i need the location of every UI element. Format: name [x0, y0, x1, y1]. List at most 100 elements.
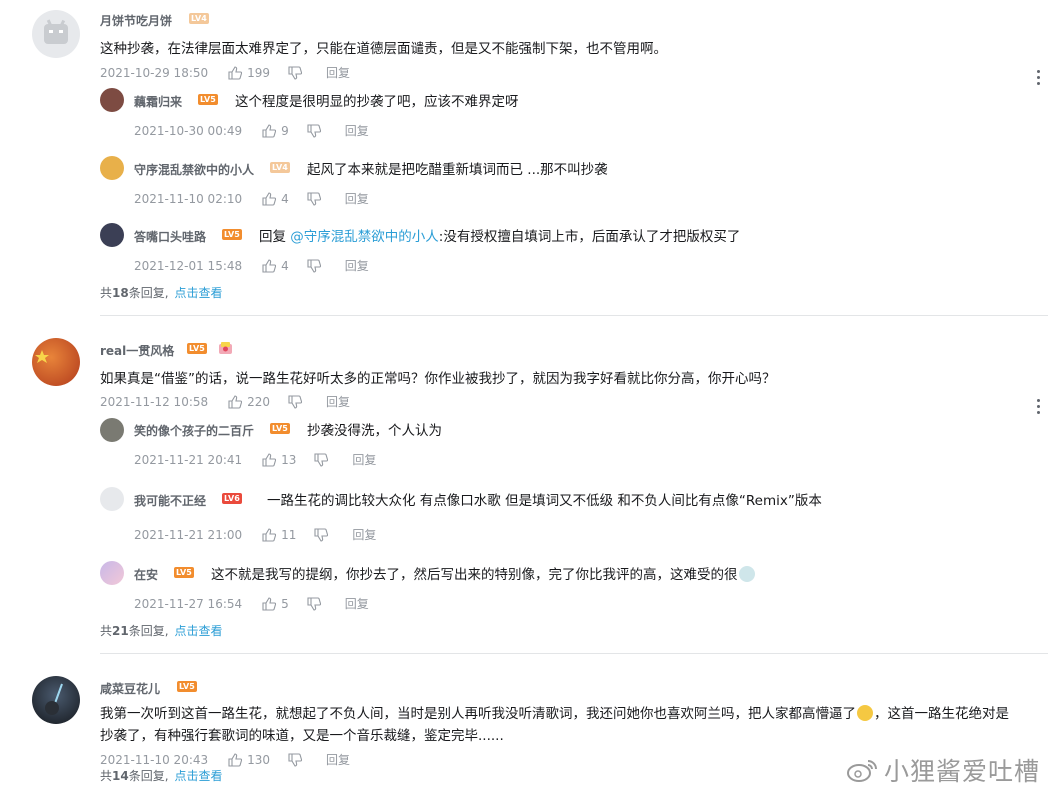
reply-username[interactable]: 在安: [134, 566, 158, 583]
view-more-link[interactable]: 点击查看: [175, 286, 223, 300]
reply-meta: 2021-12-01 15:48 4 回复: [134, 257, 369, 274]
dislike-button[interactable]: [314, 527, 329, 542]
timestamp: 2021-11-12 10:58: [100, 394, 209, 409]
thumbs-up-icon: [228, 65, 243, 80]
like-button[interactable]: 4: [262, 259, 289, 273]
reply-meta: 2021-11-27 16:54 5 回复: [134, 595, 369, 612]
thumbs-up-icon: [262, 258, 277, 273]
reply-avatar[interactable]: [100, 88, 124, 112]
timestamp: 2021-10-29 18:50: [100, 65, 209, 80]
dislike-button[interactable]: [314, 452, 329, 467]
like-button[interactable]: 220: [228, 395, 270, 409]
reply-button[interactable]: 回复: [352, 526, 376, 543]
timestamp: 2021-11-10 02:10: [134, 191, 243, 206]
comment-meta: 2021-11-10 20:43 130 回复: [100, 751, 350, 768]
level-badge: LV5: [174, 567, 194, 578]
reply-text: 抄袭没得洗，个人认为: [307, 423, 442, 439]
timestamp: 2021-11-21 20:41: [134, 452, 243, 467]
view-more-link[interactable]: 点击查看: [175, 769, 223, 783]
reply-text: 这不就是我写的提纲，你抄去了，然后写出来的特别像，完了你比我评的高，这难受的很: [211, 563, 755, 583]
reply-button[interactable]: 回复: [326, 64, 350, 81]
dislike-button[interactable]: [307, 258, 321, 273]
like-count: 13: [281, 452, 297, 467]
like-button[interactable]: 13: [262, 453, 296, 467]
reply-text: 回复 @守序混乱禁欲中的小人:没有授权擅自填词上市，后面承认了才把版权买了: [259, 225, 740, 245]
summary-count: 21: [112, 624, 129, 638]
reply-avatar[interactable]: [100, 156, 124, 180]
summary-count: 18: [112, 286, 129, 300]
summary-prefix: 共: [100, 624, 113, 638]
reply-meta: 2021-11-21 21:00 11 回复: [134, 526, 376, 543]
like-button[interactable]: 4: [262, 192, 289, 206]
avatar[interactable]: [32, 10, 80, 58]
view-more-link[interactable]: 点击查看: [175, 624, 223, 638]
like-button[interactable]: 130: [228, 753, 270, 767]
avatar[interactable]: [32, 676, 80, 724]
comment-text-tail: ，这首一路生花绝对是: [874, 706, 1009, 722]
like-count: 11: [281, 527, 297, 542]
username[interactable]: real一贯风格: [100, 342, 174, 359]
timestamp: 2021-11-10 20:43: [100, 752, 209, 767]
thumbs-down-icon: [307, 123, 321, 138]
thumbs-down-icon: [314, 527, 329, 542]
fan-badge-icon: [217, 340, 234, 357]
reply-prefix: 回复: [259, 229, 291, 245]
reply-avatar[interactable]: [100, 561, 124, 585]
level-badge: LV5: [187, 343, 207, 354]
dislike-button[interactable]: [307, 596, 321, 611]
avatar[interactable]: [32, 338, 80, 386]
reply-username[interactable]: 笑的像个孩子的二百斤: [134, 422, 254, 439]
reply-body: :没有授权擅自填词上市，后面承认了才把版权买了: [438, 229, 741, 245]
reply-button[interactable]: 回复: [326, 393, 350, 410]
comment-text: 这种抄袭，在法律层面太难界定了，只能在道德层面谴责，但是又不能强制下架，也不管用…: [100, 41, 667, 57]
reply-username[interactable]: 藕霜归来: [134, 93, 182, 110]
reply-button[interactable]: 回复: [345, 190, 369, 207]
dislike-button[interactable]: [288, 65, 303, 80]
crying-emoji-icon: [738, 566, 755, 582]
more-options-icon[interactable]: [1036, 399, 1042, 415]
reply-username[interactable]: 我可能不正经: [134, 492, 206, 509]
reply-avatar[interactable]: [100, 223, 124, 247]
reply-button[interactable]: 回复: [345, 257, 369, 274]
summary-suffix: 条回复,: [128, 624, 169, 638]
comment-meta: 2021-11-12 10:58 220 回复: [100, 393, 350, 410]
like-button[interactable]: 9: [262, 124, 289, 138]
reply-avatar[interactable]: [100, 487, 124, 511]
dislike-button[interactable]: [288, 394, 303, 409]
username[interactable]: 咸菜豆花儿: [100, 680, 160, 697]
reply-username[interactable]: 守序混乱禁欲中的小人: [134, 161, 254, 178]
reply-button[interactable]: 回复: [345, 122, 369, 139]
reply-text: 起风了本来就是把吃醋重新填词而已 ...那不叫抄袭: [307, 162, 608, 178]
like-button[interactable]: 5: [262, 597, 289, 611]
reply-avatar[interactable]: [100, 418, 124, 442]
level-badge: LV5: [198, 94, 218, 105]
reply-button[interactable]: 回复: [352, 451, 376, 468]
dislike-button[interactable]: [307, 123, 321, 138]
reply-button[interactable]: 回复: [326, 751, 350, 768]
thumbs-down-icon: [314, 452, 329, 467]
dislike-button[interactable]: [288, 752, 303, 767]
mention-link[interactable]: @守序混乱禁欲中的小人: [290, 229, 439, 245]
timestamp: 2021-11-21 21:00: [134, 527, 243, 542]
reply-meta: 2021-10-30 00:49 9 回复: [134, 122, 369, 139]
reply-summary: 共14条回复, 点击查看: [100, 767, 223, 784]
reply-text: 这个程度是很明显的抄袭了吧，应该不难界定呀: [235, 94, 519, 110]
laughing-emoji-icon: [857, 705, 873, 721]
summary-suffix: 条回复,: [128, 286, 169, 300]
reply-meta: 2021-11-10 02:10 4 回复: [134, 190, 369, 207]
reply-body: 这不就是我写的提纲，你抄去了，然后写出来的特别像，完了你比我评的高，这难受的很: [211, 567, 738, 583]
like-count: 130: [247, 752, 271, 767]
dislike-button[interactable]: [307, 191, 321, 206]
level-badge: LV4: [189, 13, 209, 24]
thumbs-down-icon: [307, 191, 321, 206]
like-button[interactable]: 11: [262, 528, 296, 542]
thumbs-down-icon: [288, 752, 303, 767]
reply-button[interactable]: 回复: [345, 595, 369, 612]
username[interactable]: 月饼节吃月饼: [100, 12, 172, 29]
thumbs-up-icon: [262, 123, 277, 138]
thumbs-down-icon: [288, 394, 303, 409]
more-options-icon[interactable]: [1036, 70, 1042, 86]
reply-username[interactable]: 答嘴口头哇路: [134, 228, 206, 245]
like-button[interactable]: 199: [228, 66, 270, 80]
summary-prefix: 共: [100, 286, 113, 300]
